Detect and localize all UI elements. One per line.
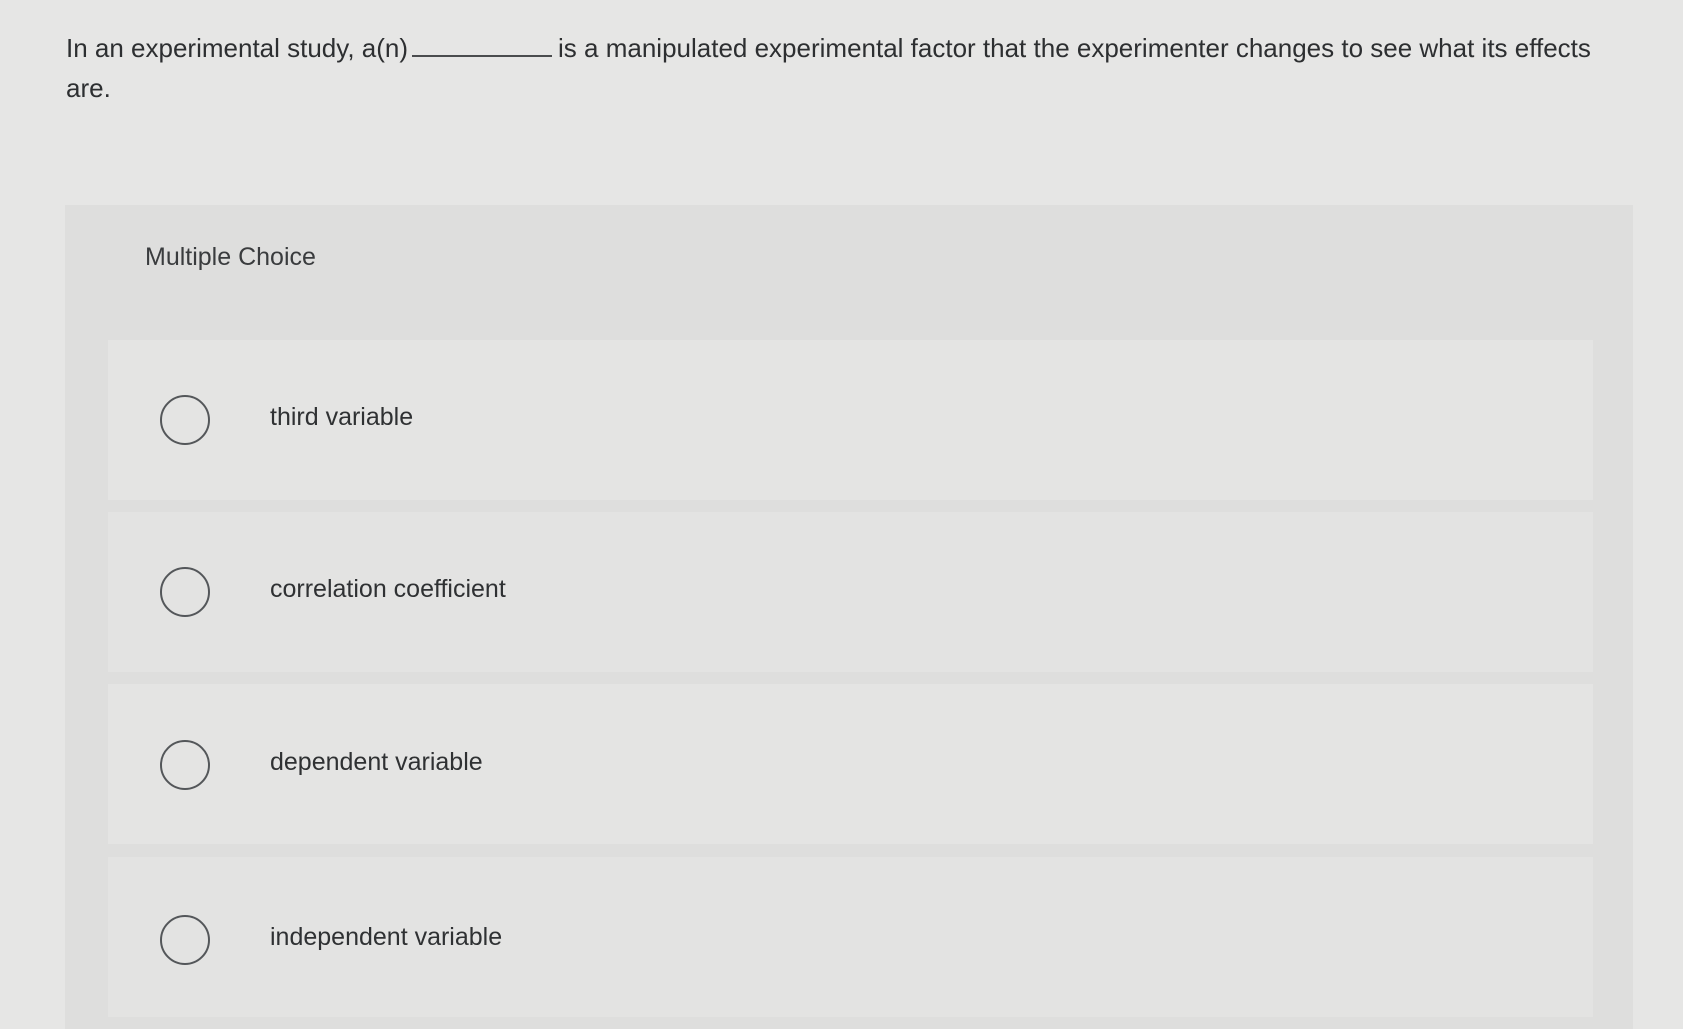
- option-third-variable[interactable]: third variable: [108, 340, 1593, 500]
- answer-blank: [412, 35, 553, 57]
- option-label: correlation coefficient: [270, 575, 506, 603]
- question-text: In an experimental study, a(n) is a manip…: [66, 28, 1626, 108]
- multiple-choice-panel: Multiple Choice third variable correlati…: [65, 205, 1633, 1029]
- question-text-before-blank: In an experimental study, a(n): [66, 33, 409, 63]
- option-label: dependent variable: [270, 748, 483, 776]
- option-independent-variable[interactable]: independent variable: [108, 857, 1593, 1017]
- radio-unselected-icon[interactable]: [160, 740, 210, 790]
- option-correlation-coefficient[interactable]: correlation coefficient: [108, 512, 1593, 672]
- multiple-choice-label: Multiple Choice: [145, 243, 316, 271]
- option-label: independent variable: [270, 923, 503, 951]
- option-dependent-variable[interactable]: dependent variable: [108, 684, 1593, 844]
- radio-unselected-icon[interactable]: [160, 567, 210, 617]
- radio-unselected-icon[interactable]: [160, 395, 210, 445]
- radio-unselected-icon[interactable]: [160, 915, 210, 965]
- option-label: third variable: [270, 403, 414, 431]
